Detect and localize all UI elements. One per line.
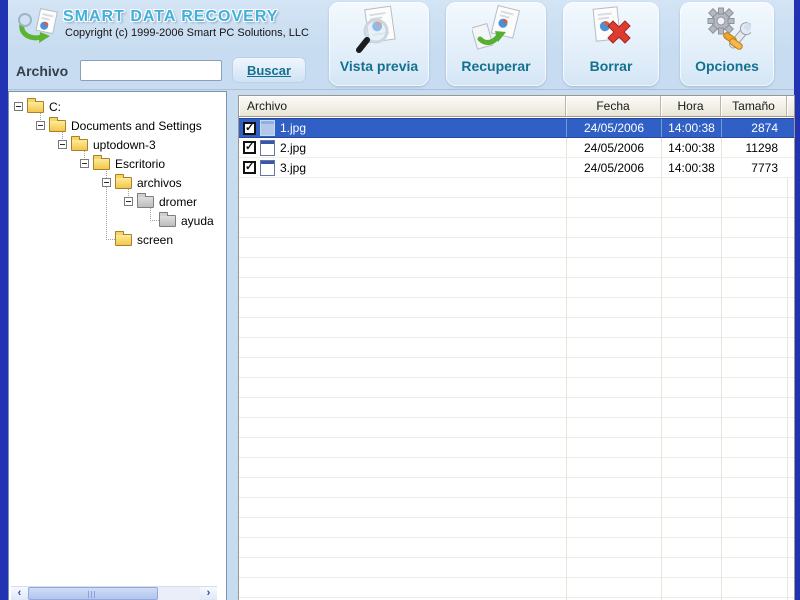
preview-document-icon <box>355 5 403 57</box>
app-title: SMART DATA RECOVERY <box>63 8 279 25</box>
tree-node-label: ayuda <box>181 213 214 228</box>
app-logo-icon <box>18 8 58 43</box>
preview-button[interactable]: Vista previa <box>329 2 429 86</box>
collapse-icon[interactable] <box>36 121 45 130</box>
recover-button-label: Recuperar <box>461 58 531 74</box>
folder-icon <box>93 154 110 170</box>
options-button-label: Opciones <box>695 58 759 74</box>
collapse-icon[interactable] <box>124 197 133 206</box>
tree-node-label: dromer <box>159 194 198 209</box>
file-size: 7773 <box>721 158 787 177</box>
tree-node-uptodown-3[interactable]: uptodown-3 <box>58 135 156 154</box>
tree-horizontal-scrollbar[interactable]: ‹ › <box>11 586 217 600</box>
collapse-icon[interactable] <box>58 140 67 149</box>
checkbox-checked-icon[interactable] <box>243 121 256 135</box>
folder-icon <box>49 116 66 132</box>
scrollbar-thumb[interactable] <box>28 587 158 600</box>
tree-node-label: uptodown-3 <box>93 137 156 152</box>
folder-icon <box>115 173 132 189</box>
folder-icon <box>137 192 154 208</box>
grid-line <box>787 118 788 600</box>
tree-node-screen[interactable]: screen <box>102 230 173 249</box>
collapse-icon[interactable] <box>102 178 111 187</box>
file-date: 24/05/2006 <box>566 158 661 177</box>
options-gear-wrench-icon <box>703 5 751 57</box>
file-time: 14:00:38 <box>661 138 721 157</box>
scrollbar-track[interactable] <box>158 587 200 600</box>
file-row-2jpg[interactable]: 2.jpg 24/05/2006 14:00:38 11298 <box>239 138 794 158</box>
copyright-text: Copyright (c) 1999-2006 Smart PC Solutio… <box>65 27 309 39</box>
tree-node-ayuda[interactable]: ayuda <box>146 211 214 230</box>
image-file-icon <box>260 139 275 156</box>
tree-node-escritorio[interactable]: Escritorio <box>80 154 165 173</box>
tree-node-label: Escritorio <box>115 156 166 171</box>
folder-icon <box>71 135 88 151</box>
file-name: 2.jpg <box>280 140 307 155</box>
file-list-header: Archivo Fecha Hora Tamaño <box>239 96 794 117</box>
file-size: 11298 <box>721 138 787 157</box>
column-header-stub <box>787 96 794 116</box>
file-name: 3.jpg <box>280 160 307 175</box>
file-search-input[interactable] <box>80 60 222 81</box>
tree-node-label: screen <box>137 232 174 247</box>
file-search-label: Archivo <box>16 63 69 79</box>
preview-button-label: Vista previa <box>339 58 419 74</box>
tree-node-dromer[interactable]: dromer <box>124 192 197 211</box>
tree-node-label: C: <box>49 99 61 114</box>
file-row-1jpg[interactable]: 1.jpg 24/05/2006 14:00:38 2874 <box>239 118 794 138</box>
scroll-right-arrow-icon[interactable]: › <box>200 587 217 600</box>
file-date: 24/05/2006 <box>566 138 661 157</box>
file-row-3jpg[interactable]: 3.jpg 24/05/2006 14:00:38 7773 <box>239 158 794 178</box>
grid-line <box>721 118 722 600</box>
checkbox-checked-icon[interactable] <box>243 140 256 154</box>
file-list-panel: Archivo Fecha Hora Tamaño 1.jpg 24/05/20… <box>238 95 795 600</box>
tree-node-c-drive[interactable]: C: <box>14 97 61 116</box>
folder-tree-panel: C: Documents and Settings uptodown-3 Esc… <box>8 91 227 600</box>
file-list-body: 1.jpg 24/05/2006 14:00:38 2874 2.jpg 24/… <box>239 118 794 600</box>
scroll-left-arrow-icon[interactable]: ‹ <box>11 587 28 600</box>
grid-line <box>566 118 567 600</box>
delete-button-label: Borrar <box>589 58 633 74</box>
header-bar: SMART DATA RECOVERY Copyright (c) 1999-2… <box>8 0 794 90</box>
folder-icon <box>27 97 44 113</box>
image-file-icon <box>260 120 275 136</box>
options-button[interactable]: Opciones <box>680 2 774 86</box>
recover-button[interactable]: Recuperar <box>446 2 546 86</box>
collapse-icon[interactable] <box>80 159 89 168</box>
folder-icon <box>115 230 132 246</box>
image-file-icon <box>260 159 275 176</box>
file-time: 14:00:38 <box>661 119 721 137</box>
delete-button[interactable]: Borrar <box>563 2 659 86</box>
grid-line <box>661 118 662 600</box>
checkbox-checked-icon[interactable] <box>243 160 256 174</box>
folder-icon <box>159 211 176 227</box>
file-size: 2874 <box>721 119 787 137</box>
column-header-fecha[interactable]: Fecha <box>566 96 661 116</box>
recover-document-icon <box>472 5 520 57</box>
tree-node-label: Documents and Settings <box>71 118 202 133</box>
search-button[interactable]: Buscar <box>232 57 306 83</box>
column-header-archivo[interactable]: Archivo <box>239 96 566 116</box>
column-header-tamano[interactable]: Tamaño <box>721 96 787 116</box>
delete-document-icon <box>587 5 635 57</box>
column-header-hora[interactable]: Hora <box>661 96 721 116</box>
collapse-icon[interactable] <box>14 102 23 111</box>
file-name: 1.jpg <box>280 121 307 135</box>
tree-node-documents-and-settings[interactable]: Documents and Settings <box>36 116 202 135</box>
file-date: 24/05/2006 <box>566 119 661 137</box>
tree-node-label: archivos <box>137 175 182 190</box>
tree-node-archivos[interactable]: archivos <box>102 173 182 192</box>
file-time: 14:00:38 <box>661 158 721 177</box>
app-window: SMART DATA RECOVERY Copyright (c) 1999-2… <box>0 0 800 600</box>
